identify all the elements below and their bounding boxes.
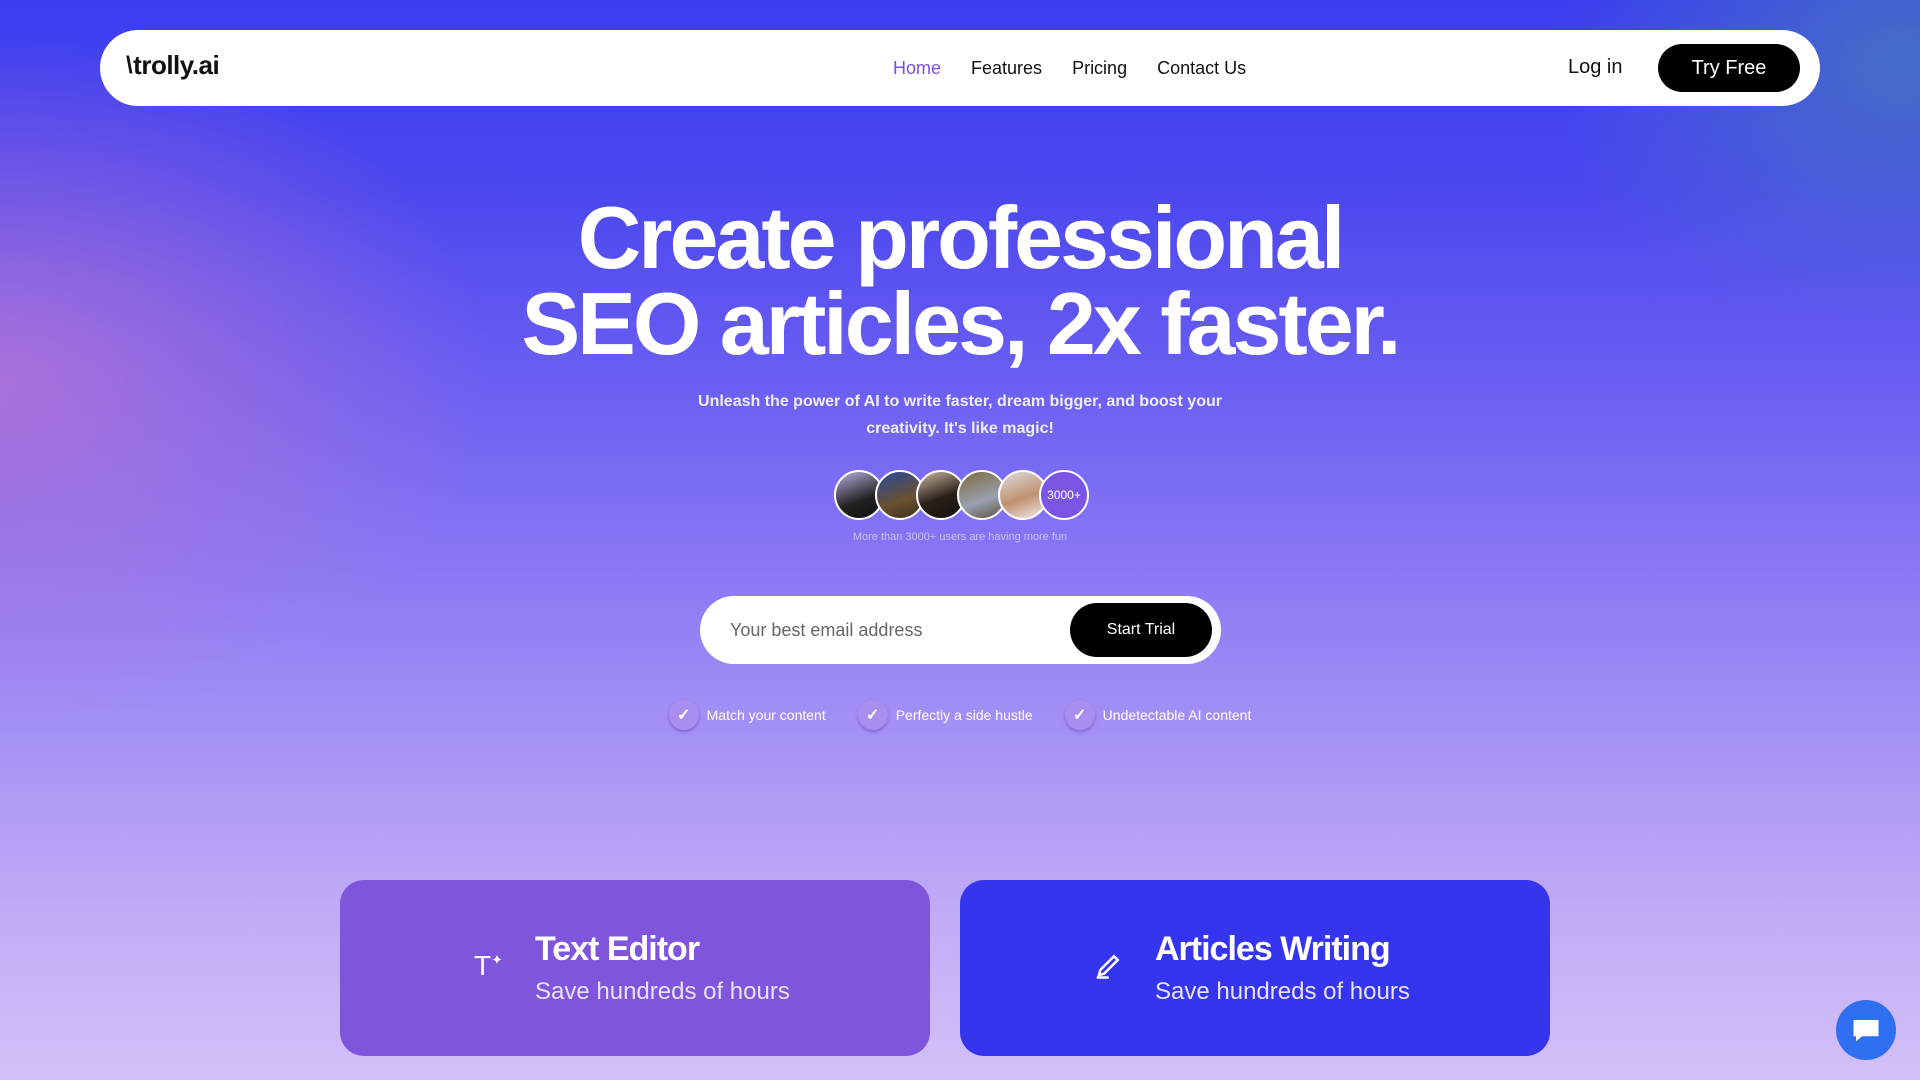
logo[interactable]: \ trolly.ai <box>126 50 220 81</box>
check-label: Perfectly a side hustle <box>895 707 1033 723</box>
hero-subtitle: Unleash the power of AI to write faster,… <box>690 388 1230 442</box>
check-icon: ✓ <box>857 700 888 730</box>
check-icon: ✓ <box>668 700 699 730</box>
nav-home[interactable]: Home <box>893 58 941 79</box>
feature-checklist: ✓ Match your content ✓ Perfectly a side … <box>0 700 1920 730</box>
chat-icon <box>1853 1020 1879 1042</box>
feature-card-articles-writing[interactable]: Articles Writing Save hundreds of hours <box>960 880 1550 1056</box>
start-trial-button[interactable]: Start Trial <box>1070 603 1212 657</box>
check-label: Undetectable AI content <box>1102 707 1252 723</box>
login-link[interactable]: Log in <box>1568 56 1623 79</box>
hero-title-line-2: SEO articles, 2x faster. <box>521 274 1401 373</box>
nav-contact-us[interactable]: Contact Us <box>1157 58 1246 79</box>
card-title: Text Editor <box>535 930 700 968</box>
nav-menu: Home Features Pricing Contact Us <box>893 30 1246 106</box>
card-subtitle: Save hundreds of hours <box>1155 978 1410 1005</box>
pen-icon <box>1094 950 1124 987</box>
email-input[interactable] <box>730 619 1050 641</box>
check-item: ✓ Match your content <box>668 700 826 730</box>
email-signup-form: Start Trial <box>700 596 1221 664</box>
nav-pricing[interactable]: Pricing <box>1072 58 1127 79</box>
nav-features[interactable]: Features <box>971 58 1042 79</box>
hero-subtitle-line-2: creativity. It's like magic! <box>866 420 1054 437</box>
text-sparkle-icon: T✦ <box>474 950 503 981</box>
logo-text: trolly.ai <box>133 50 220 80</box>
hero-title: Create professional SEO articles, 2x fas… <box>0 188 1920 373</box>
hero-title-line-1: Create professional <box>577 188 1346 287</box>
logo-mark-icon: \ <box>126 51 133 79</box>
card-subtitle: Save hundreds of hours <box>535 978 790 1005</box>
user-avatars: 3000+ <box>834 470 1089 520</box>
card-title: Articles Writing <box>1155 930 1391 968</box>
top-navbar: \ trolly.ai Home Features Pricing Contac… <box>100 30 1820 106</box>
user-count-badge: 3000+ <box>1039 470 1089 520</box>
check-item: ✓ Perfectly a side hustle <box>857 700 1033 730</box>
feature-card-text-editor[interactable]: T✦ Text Editor Save hundreds of hours <box>340 880 930 1056</box>
check-icon: ✓ <box>1064 700 1095 730</box>
hero-subtitle-line-1: Unleash the power of AI to write faster,… <box>698 393 1222 410</box>
try-free-button[interactable]: Try Free <box>1658 44 1800 92</box>
chat-widget-button[interactable] <box>1836 1000 1896 1060</box>
check-item: ✓ Undetectable AI content <box>1064 700 1252 730</box>
users-note: More than 3000+ users are having more fu… <box>852 531 1068 543</box>
check-label: Match your content <box>706 707 826 723</box>
